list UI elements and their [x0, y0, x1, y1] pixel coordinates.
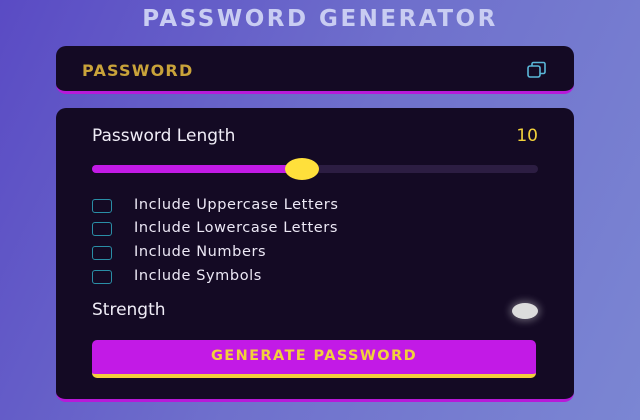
settings-card: Password Length 10 Include Uppercase Let… — [56, 108, 574, 402]
length-slider[interactable] — [92, 158, 538, 180]
numbers-label: Include Numbers — [134, 244, 267, 260]
app-title: PASSWORD GENERATOR — [142, 6, 498, 32]
strength-indicator — [512, 303, 538, 319]
password-card: PASSWORD — [56, 46, 574, 94]
copy-button[interactable] — [526, 61, 548, 79]
uppercase-checkbox[interactable] — [92, 199, 112, 213]
slider-fill — [92, 165, 302, 173]
slider-thumb[interactable] — [284, 158, 319, 180]
uppercase-label: Include Uppercase Letters — [134, 197, 339, 213]
strength-label: Strength — [92, 300, 166, 320]
symbols-checkbox[interactable] — [92, 270, 112, 284]
numbers-checkbox[interactable] — [92, 246, 112, 260]
lowercase-checkbox[interactable] — [92, 222, 112, 236]
symbols-label: Include Symbols — [134, 268, 262, 284]
password-display: PASSWORD — [82, 61, 194, 80]
password-length-value: 10 — [516, 126, 538, 146]
generate-password-button[interactable]: GENERATE PASSWORD — [92, 340, 536, 378]
copy-icon — [527, 61, 546, 78]
lowercase-label: Include Lowercase Letters — [134, 220, 339, 236]
password-length-label: Password Length — [92, 126, 236, 146]
